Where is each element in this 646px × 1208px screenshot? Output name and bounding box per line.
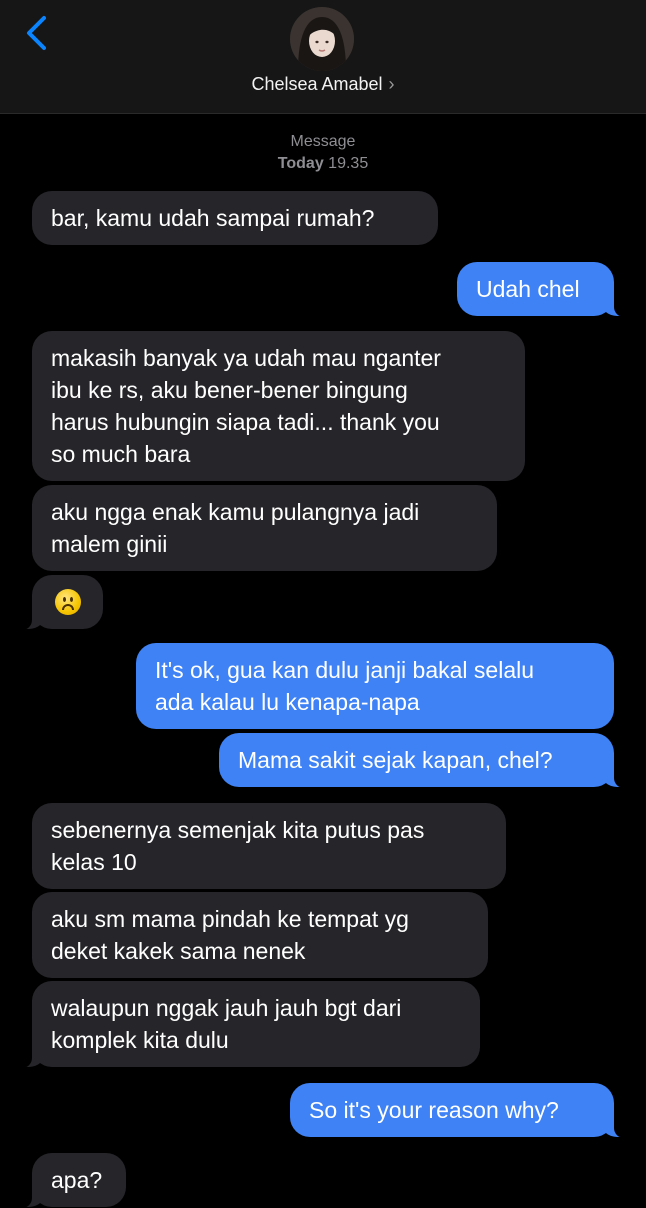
timestamp: Today 19.35: [0, 155, 646, 173]
timestamp-day: Today: [277, 155, 324, 172]
avatar[interactable]: [290, 7, 354, 71]
message-text: aku sm mama pindah ke tempat yg: [51, 906, 409, 932]
chevron-left-icon: [27, 16, 46, 50]
incoming-message[interactable]: aku ngga enak kamu pulangnya jadi malem …: [32, 485, 497, 571]
message-text: walaupun nggak jauh jauh bgt dari: [51, 995, 402, 1021]
message-text: kelas 10: [51, 849, 137, 875]
chevron-right-icon: ›: [388, 74, 395, 94]
service-label: Message: [290, 133, 356, 150]
conversation-header: Chelsea Amabel ›: [0, 0, 646, 114]
incoming-emoji-message[interactable]: [6, 575, 103, 630]
back-button[interactable]: [18, 12, 58, 52]
message-text: makasih banyak ya udah mau nganter: [51, 345, 441, 371]
contact-name: Chelsea Amabel: [251, 74, 383, 94]
message-text: ada kalau lu kenapa-napa: [155, 689, 420, 715]
outgoing-message[interactable]: So it's your reason why?: [290, 1083, 640, 1138]
outgoing-message[interactable]: It's ok, gua kan dulu janji bakal selalu…: [136, 643, 614, 729]
message-text: So it's your reason why?: [309, 1097, 559, 1123]
message-text: harus hubungin siapa tadi... thank you: [51, 409, 440, 435]
avatar-photo-icon: [290, 7, 354, 71]
incoming-message[interactable]: makasih banyak ya udah mau nganter ibu k…: [32, 331, 525, 481]
message-text: bar, kamu udah sampai rumah?: [51, 205, 375, 231]
incoming-message[interactable]: aku sm mama pindah ke tempat yg deket ka…: [32, 892, 488, 978]
contact-name-button[interactable]: Chelsea Amabel ›: [0, 74, 646, 95]
message-text: sebenernya semenjak kita putus pas: [51, 817, 425, 843]
message-text: ibu ke rs, aku bener-bener bingung: [51, 377, 408, 403]
incoming-message[interactable]: walaupun nggak jauh jauh bgt dari komple…: [6, 981, 480, 1068]
message-text: Mama sakit sejak kapan, chel?: [238, 747, 553, 773]
incoming-message[interactable]: apa?: [6, 1153, 126, 1208]
message-text: malem ginii: [51, 531, 168, 557]
frowning-face-icon: [55, 589, 81, 615]
message-text: deket kakek sama nenek: [51, 938, 306, 964]
message-text: so much bara: [51, 441, 191, 467]
message-text: aku ngga enak kamu pulangnya jadi: [51, 499, 420, 525]
message-text: apa?: [51, 1167, 103, 1193]
incoming-message[interactable]: sebenernya semenjak kita putus pas kelas…: [32, 803, 506, 889]
outgoing-message[interactable]: Mama sakit sejak kapan, chel?: [219, 733, 640, 788]
message-text: komplek kita dulu: [51, 1027, 229, 1053]
message-text: Udah chel: [476, 276, 580, 302]
incoming-message[interactable]: bar, kamu udah sampai rumah?: [32, 191, 438, 245]
outgoing-message[interactable]: Udah chel: [457, 262, 640, 317]
timestamp-time: 19.35: [328, 155, 369, 172]
message-text: It's ok, gua kan dulu janji bakal selalu: [155, 657, 535, 683]
